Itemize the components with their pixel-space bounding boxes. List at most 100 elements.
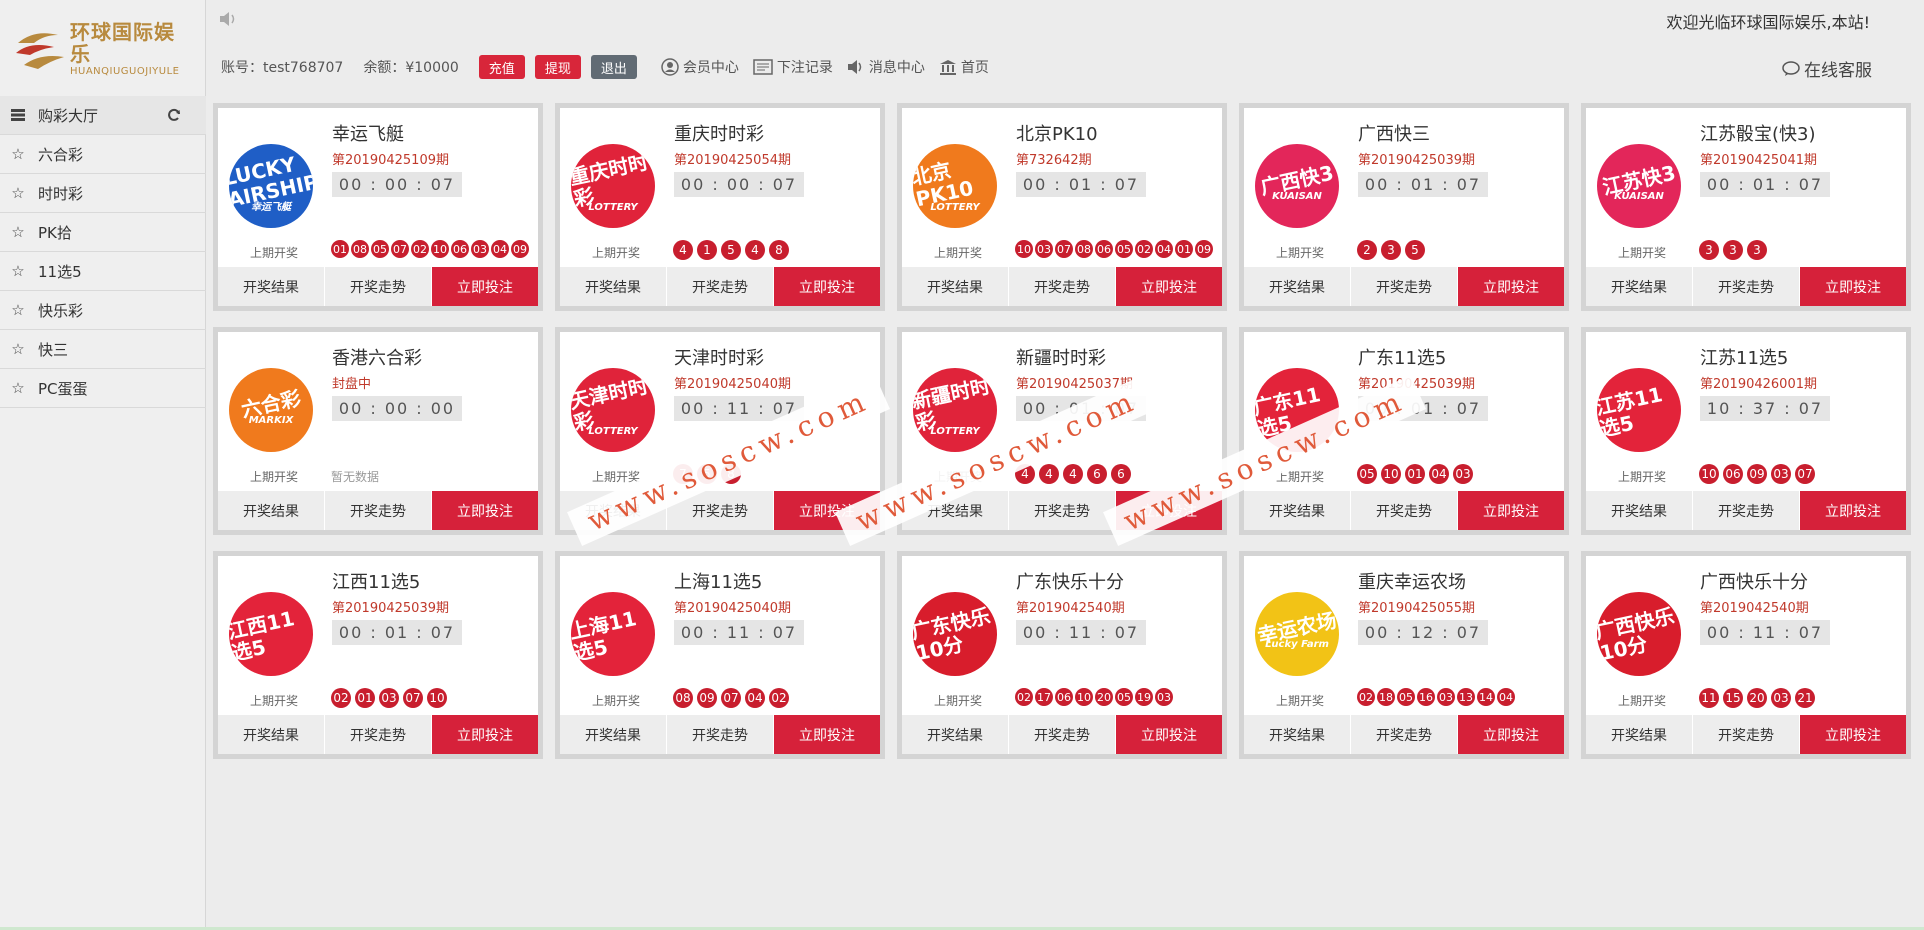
draw-ball: 10 (431, 240, 449, 258)
member-center-link[interactable]: 会员中心 (661, 57, 739, 77)
lottery-name[interactable]: 香港六合彩 (332, 344, 422, 370)
lottery-logo-icon[interactable]: 江苏快3 KUAISAN (1597, 144, 1681, 228)
lottery-name[interactable]: 广东快乐十分 (1016, 568, 1124, 594)
draw-result-button[interactable]: 开奖结果 (1586, 267, 1693, 306)
bet-now-button[interactable]: 立即投注 (1458, 267, 1564, 306)
brand-logo[interactable]: 环球国际娱乐 HUANQIUGUOJIYULE (14, 21, 194, 77)
draw-result-button[interactable]: 开奖结果 (1244, 267, 1351, 306)
draw-trend-button[interactable]: 开奖走势 (1009, 715, 1116, 754)
sidebar-item-shishicai[interactable]: ☆ 时时彩 (0, 174, 206, 213)
countdown-timer: 00 : 00 : 07 (332, 172, 462, 197)
logout-button[interactable]: 退出 (590, 55, 637, 79)
draw-trend-button[interactable]: 开奖走势 (1351, 267, 1458, 306)
lottery-logo-icon[interactable]: 上海11选5 (571, 592, 655, 676)
draw-result-button[interactable]: 开奖结果 (902, 715, 1009, 754)
draw-trend-button[interactable]: 开奖走势 (1351, 715, 1458, 754)
bet-records-link[interactable]: 下注记录 (753, 57, 833, 77)
deposit-button[interactable]: 充值 (478, 55, 525, 79)
message-center-link[interactable]: 消息中心 (847, 57, 925, 77)
lottery-logo-icon[interactable]: 幸运农场 Lucky Farm (1255, 592, 1339, 676)
draw-ball: 3 (1699, 240, 1719, 260)
lottery-name[interactable]: 广东11选5 (1358, 344, 1446, 370)
draw-trend-button[interactable]: 开奖走势 (667, 715, 774, 754)
draw-trend-button[interactable]: 开奖走势 (1009, 267, 1116, 306)
lottery-name[interactable]: 江西11选5 (332, 568, 420, 594)
draw-result-button[interactable]: 开奖结果 (560, 715, 667, 754)
draw-result-button[interactable]: 开奖结果 (560, 267, 667, 306)
withdraw-button[interactable]: 提现 (534, 55, 581, 79)
draw-trend-button[interactable]: 开奖走势 (1693, 715, 1800, 754)
draw-result-button[interactable]: 开奖结果 (1586, 715, 1693, 754)
sidebar-item-hall[interactable]: 购彩大厅 (0, 96, 206, 135)
online-service-link[interactable]: 在线客服 (1782, 56, 1872, 81)
bet-now-button[interactable]: 立即投注 (1800, 491, 1906, 530)
chat-icon (1782, 60, 1800, 76)
bet-now-button[interactable]: 立即投注 (1800, 267, 1906, 306)
draw-trend-button[interactable]: 开奖走势 (325, 267, 432, 306)
lottery-name[interactable]: 幸运飞艇 (332, 120, 404, 146)
bet-now-button[interactable]: 立即投注 (1458, 715, 1564, 754)
lottery-logo-icon[interactable]: 北京PK10 LOTTERY (913, 144, 997, 228)
bet-now-button[interactable]: 立即投注 (774, 267, 880, 306)
lottery-logo-icon[interactable]: 六合彩 MARKIX (229, 368, 313, 452)
bet-now-button[interactable]: 立即投注 (1116, 715, 1222, 754)
draw-result-button[interactable]: 开奖结果 (218, 267, 325, 306)
lottery-name[interactable]: 重庆幸运农场 (1358, 568, 1466, 594)
draw-result-button[interactable]: 开奖结果 (902, 267, 1009, 306)
lottery-name[interactable]: 上海11选5 (674, 568, 762, 594)
card-actions: 开奖结果 开奖走势 立即投注 (1244, 267, 1564, 306)
lottery-logo-icon[interactable]: 广西快3 KUAISAN (1255, 144, 1339, 228)
lottery-logo-icon[interactable]: 广东快乐10分 (913, 592, 997, 676)
bet-now-button[interactable]: 立即投注 (432, 491, 538, 530)
bet-now-button[interactable]: 立即投注 (1458, 491, 1564, 530)
draw-ball: 07 (1055, 240, 1073, 258)
draw-trend-button[interactable]: 开奖走势 (325, 715, 432, 754)
bet-now-button[interactable]: 立即投注 (432, 715, 538, 754)
lottery-name[interactable]: 广西快三 (1358, 120, 1430, 146)
bet-now-button[interactable]: 立即投注 (432, 267, 538, 306)
sidebar-item-kuailecai[interactable]: ☆ 快乐彩 (0, 291, 206, 330)
draw-result-button[interactable]: 开奖结果 (1244, 715, 1351, 754)
sidebar-item-pk10[interactable]: ☆ PK拾 (0, 213, 206, 252)
draw-trend-button[interactable]: 开奖走势 (667, 267, 774, 306)
lottery-logo-icon[interactable]: 新疆时时彩 LOTTERY (913, 368, 997, 452)
lottery-logo-icon[interactable]: 广西快乐10分 (1597, 592, 1681, 676)
draw-result-button[interactable]: 开奖结果 (1244, 491, 1351, 530)
sidebar-item-11x5[interactable]: ☆ 11选5 (0, 252, 206, 291)
draw-ball: 07 (403, 688, 423, 708)
lottery-name[interactable]: 重庆时时彩 (674, 120, 764, 146)
lottery-name[interactable]: 北京PK10 (1016, 120, 1098, 146)
draw-trend-button[interactable]: 开奖走势 (1693, 491, 1800, 530)
lottery-logo-icon[interactable]: 江苏11选5 (1597, 368, 1681, 452)
sidebar-item-liuhecai[interactable]: ☆ 六合彩 (0, 135, 206, 174)
draw-result-button[interactable]: 开奖结果 (1586, 491, 1693, 530)
draw-trend-button[interactable]: 开奖走势 (1693, 267, 1800, 306)
bet-now-button[interactable]: 立即投注 (1800, 715, 1906, 754)
lottery-name[interactable]: 江苏骰宝(快3) (1700, 120, 1816, 146)
card-actions: 开奖结果 开奖走势 立即投注 (1586, 267, 1906, 306)
draw-result-button[interactable]: 开奖结果 (218, 715, 325, 754)
brand-mark-icon (14, 27, 68, 73)
draw-trend-button[interactable]: 开奖走势 (1009, 491, 1116, 530)
speaker-icon[interactable] (218, 10, 238, 30)
draw-trend-button[interactable]: 开奖走势 (325, 491, 432, 530)
lottery-name[interactable]: 广西快乐十分 (1700, 568, 1808, 594)
lottery-logo-icon[interactable]: 江西11选5 (229, 592, 313, 676)
lottery-logo-icon[interactable]: 天津时时彩 LOTTERY (571, 368, 655, 452)
draw-trend-button[interactable]: 开奖走势 (1351, 491, 1458, 530)
draw-ball: 3 (1381, 240, 1401, 260)
sidebar-item-kuaisan[interactable]: ☆ 快三 (0, 330, 206, 369)
sidebar-item-label: 时时彩 (38, 184, 84, 203)
refresh-icon[interactable] (166, 107, 182, 123)
lottery-logo-icon[interactable]: LUCKY AIRSHIP 幸运飞艇 (229, 144, 313, 228)
home-link[interactable]: 首页 (939, 57, 989, 77)
bet-now-button[interactable]: 立即投注 (1116, 267, 1222, 306)
brand-subtitle: HUANQIUGUOJIYULE (70, 66, 180, 77)
draw-result-button[interactable]: 开奖结果 (218, 491, 325, 530)
sidebar-item-pcdandan[interactable]: ☆ PC蛋蛋 (0, 369, 206, 408)
lottery-logo-icon[interactable]: 重庆时时彩 LOTTERY (571, 144, 655, 228)
lottery-name[interactable]: 江苏11选5 (1700, 344, 1788, 370)
lottery-name[interactable]: 天津时时彩 (674, 344, 764, 370)
bet-now-button[interactable]: 立即投注 (774, 715, 880, 754)
lottery-name[interactable]: 新疆时时彩 (1016, 344, 1106, 370)
